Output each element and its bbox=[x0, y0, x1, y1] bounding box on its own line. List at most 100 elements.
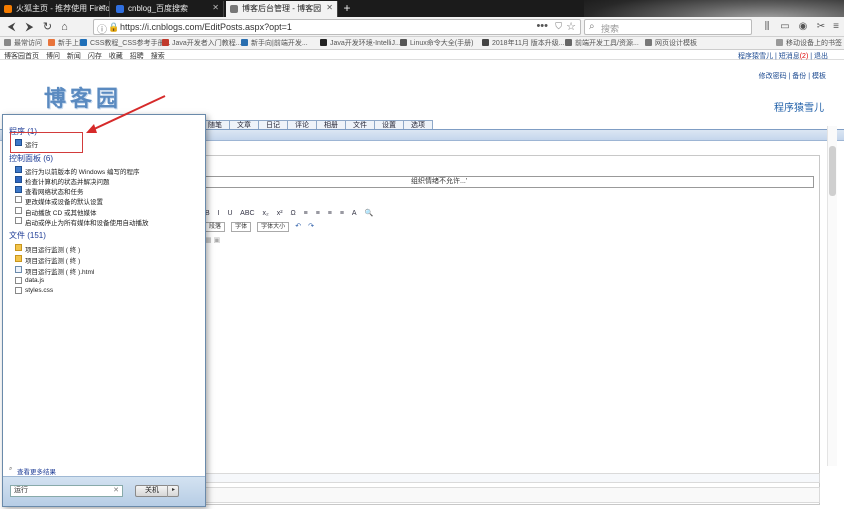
align-left-button[interactable]: ≡ bbox=[304, 210, 308, 217]
screenshot-icon[interactable]: ✂ bbox=[814, 20, 828, 34]
autoplay-icon bbox=[15, 207, 22, 214]
browser-tab-strip: 火狐主页 - 推荐使用 Firefox 浏览器 ✕ cnblog_百度搜索 ✕ … bbox=[0, 0, 844, 17]
tab-title: 博客后台管理 - 博客园 bbox=[242, 4, 322, 13]
bookmark-item[interactable]: CSS教程_CSS参考手册... bbox=[80, 38, 171, 48]
align-center-button[interactable]: ≡ bbox=[316, 210, 320, 217]
addon-icon[interactable]: ◉ bbox=[796, 20, 810, 34]
sidebar-icon[interactable]: ▭ bbox=[778, 20, 792, 34]
messages-link[interactable]: 短消息 bbox=[779, 53, 800, 60]
result-item[interactable]: 查看网络状态和任务 bbox=[15, 186, 84, 196]
result-item[interactable]: 运行为以前版本的 Windows 编写的程序 bbox=[15, 166, 139, 176]
tracking-shield-icon[interactable]: ⛉ bbox=[555, 21, 562, 32]
html-file-icon bbox=[15, 266, 22, 273]
result-item[interactable]: 检查计算机的状态并解决问题 bbox=[15, 176, 110, 186]
cnblogs-logo[interactable]: 博客园 bbox=[44, 81, 122, 113]
result-run[interactable]: 运行 bbox=[15, 139, 38, 149]
close-icon[interactable]: ✕ bbox=[98, 3, 105, 12]
align-right-button[interactable]: ≡ bbox=[328, 210, 332, 217]
site-link[interactable]: 招聘 bbox=[130, 53, 144, 60]
result-item[interactable]: 启动或停止为所有媒体和设备使用自动播放 bbox=[15, 217, 149, 227]
reload-icon[interactable]: ↻ bbox=[40, 20, 55, 34]
result-item[interactable]: 项目运行监测 ( 终 ).html bbox=[15, 266, 94, 276]
bookmark-item[interactable]: Linux命令大全(手册) bbox=[400, 38, 473, 48]
font-select[interactable]: 字体 bbox=[231, 222, 252, 232]
format-select[interactable]: 段落 bbox=[205, 222, 226, 232]
tab-baidu-search[interactable]: cnblog_百度搜索 ✕ bbox=[112, 1, 224, 17]
site-link[interactable]: 搜索 bbox=[151, 53, 165, 60]
result-item[interactable]: 项目运行监测 ( 终 ) bbox=[15, 244, 80, 254]
site-icon bbox=[400, 39, 407, 46]
bookmark-star-icon[interactable]: ☆ bbox=[566, 20, 576, 33]
special-char-button[interactable]: Ω bbox=[290, 210, 295, 217]
result-item[interactable]: styles.css bbox=[15, 287, 53, 294]
site-link[interactable]: 收藏 bbox=[109, 53, 123, 60]
username-link[interactable]: 程序猿雪儿 bbox=[738, 53, 773, 60]
menu-icon[interactable]: ≡ bbox=[829, 20, 843, 34]
result-item[interactable]: 自动播放 CD 或其他媒体 bbox=[15, 207, 97, 217]
search-bar[interactable]: ⌕ 搜索 bbox=[584, 19, 752, 35]
firefox-icon bbox=[48, 39, 55, 46]
image-icon[interactable]: ▣ bbox=[214, 237, 221, 244]
post-editor: 组织情绪不允许...' B I U ABC x₂ x² Ω ≡ ≡ ≡ ≡ A … bbox=[200, 126, 837, 505]
align-justify-button[interactable]: ≡ bbox=[340, 210, 344, 217]
result-item[interactable]: 更改媒体或设备的默认设置 bbox=[15, 196, 103, 206]
cnblogs-icon bbox=[230, 5, 238, 13]
site-icon bbox=[320, 39, 327, 46]
page-scrollbar[interactable] bbox=[827, 126, 837, 466]
blog-name[interactable]: 程序猿雪儿 bbox=[774, 99, 824, 114]
tab-cnblogs-admin[interactable]: 博客后台管理 - 博客园 ✕ bbox=[226, 1, 338, 17]
forward-icon[interactable]: ⮞ bbox=[22, 20, 37, 34]
result-item[interactable]: 项目运行监测 ( 终 ) bbox=[15, 255, 80, 265]
strikethrough-button[interactable]: ABC bbox=[240, 210, 254, 217]
bookmark-item[interactable]: 最常访问 bbox=[4, 38, 42, 48]
scrollbar-thumb[interactable] bbox=[829, 146, 836, 196]
find-icon[interactable]: 🔍 bbox=[364, 210, 373, 217]
run-icon bbox=[15, 139, 22, 146]
mobile-bookmarks[interactable]: 移动设备上的书签 bbox=[776, 38, 842, 48]
tab-firefox-home[interactable]: 火狐主页 - 推荐使用 Firefox 浏览器 ✕ bbox=[0, 1, 110, 17]
start-search-input[interactable]: 运行 ✕ bbox=[10, 485, 123, 497]
url-text[interactable]: https://i.cnblogs.com/EditPosts.aspx?opt… bbox=[120, 22, 292, 32]
lock-icon: 🔒 bbox=[108, 22, 120, 32]
new-tab-button[interactable]: + bbox=[340, 1, 354, 15]
close-icon[interactable]: ✕ bbox=[326, 3, 333, 12]
page-actions-button[interactable]: ••• bbox=[536, 20, 548, 32]
home-icon[interactable]: ⌂ bbox=[57, 20, 72, 34]
group-control-panel[interactable]: 控制面板 (6) bbox=[9, 153, 53, 164]
post-title-input[interactable]: 组织情绪不允许...' bbox=[201, 176, 814, 188]
flag-icon bbox=[15, 176, 22, 183]
tab-title: 火狐主页 - 推荐使用 Firefox 浏览器 bbox=[16, 4, 110, 13]
bookmark-item[interactable]: 网页设计模板 bbox=[645, 38, 697, 48]
see-more-results-link[interactable]: ⌕ 查看更多结果 bbox=[9, 466, 56, 476]
bookmark-item[interactable]: 前端开发工具/资源... bbox=[565, 38, 639, 48]
site-link[interactable]: 博问 bbox=[46, 53, 60, 60]
bookmark-item[interactable]: Java开发环境-IntelliJ... bbox=[320, 38, 401, 48]
logout-link[interactable]: 退出 bbox=[814, 53, 828, 60]
editor-status-row bbox=[200, 473, 820, 483]
group-files[interactable]: 文件 (151) bbox=[9, 230, 46, 241]
bookmark-item[interactable]: 2018年11月 版本升级... bbox=[482, 38, 565, 48]
subscript-button[interactable]: x₂ bbox=[263, 210, 269, 217]
result-item[interactable]: data.js bbox=[15, 277, 44, 284]
account-links[interactable]: 修改密码 | 备份 | 模板 bbox=[759, 71, 826, 81]
site-link[interactable]: 新闻 bbox=[67, 53, 81, 60]
italic-button[interactable]: I bbox=[218, 210, 220, 217]
url-bar[interactable]: ⓘ 🔒 https://i.cnblogs.com/EditPosts.aspx… bbox=[93, 19, 581, 36]
bookmark-item[interactable]: 新手向|前端开发... bbox=[241, 38, 308, 48]
superscript-button[interactable]: x² bbox=[277, 210, 283, 217]
library-icon[interactable]: ⫼ bbox=[760, 20, 774, 34]
site-link[interactable]: 博客园首页 bbox=[4, 53, 39, 60]
bookmark-item[interactable]: Java开发者入门教程... bbox=[162, 38, 242, 48]
close-icon[interactable]: ✕ bbox=[212, 3, 219, 12]
site-link[interactable]: 闪存 bbox=[88, 53, 102, 60]
font-size-select[interactable]: 字体大小 bbox=[257, 222, 290, 232]
info-icon[interactable]: ⓘ bbox=[97, 21, 107, 36]
underline-button[interactable]: U bbox=[228, 210, 233, 217]
clear-search-icon[interactable]: ✕ bbox=[113, 486, 119, 496]
redo-icon[interactable]: ↷ bbox=[308, 222, 314, 230]
shutdown-options-arrow-icon[interactable]: ▸ bbox=[167, 485, 179, 497]
site-icon bbox=[80, 39, 87, 46]
back-icon[interactable]: ⮜ bbox=[4, 20, 19, 34]
undo-icon[interactable]: ↶ bbox=[295, 222, 301, 230]
font-color-button[interactable]: A bbox=[352, 210, 357, 217]
